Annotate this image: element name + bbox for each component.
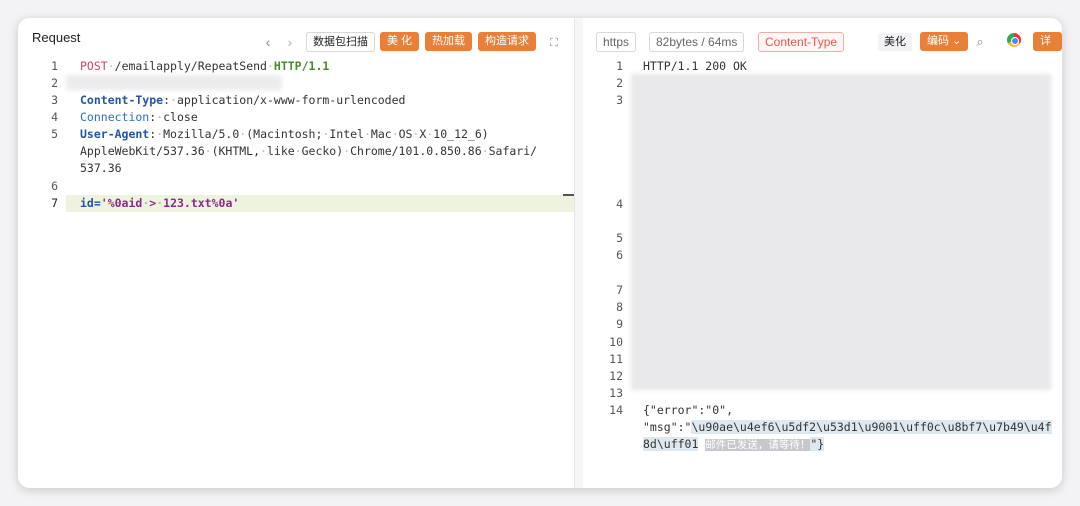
beautify-button[interactable]: 美化 <box>877 32 913 52</box>
content-type-tag[interactable]: Content-Type <box>758 32 845 52</box>
json-body-msg-cont: 8d\uff01 邮件已发送，请等待！"} <box>643 437 825 451</box>
size-time-tag: 82bytes / 64ms <box>649 32 745 52</box>
request-body: id='%0aid·>·123.txt%0a' <box>80 196 240 210</box>
line-number: 4 <box>616 197 623 211</box>
construct-request-button[interactable]: 构造请求 <box>478 32 536 51</box>
header-connection: Connection:·close <box>80 110 198 124</box>
hot-load-button[interactable]: 热加载 <box>425 32 472 51</box>
http-version: HTTP/1.1 <box>273 59 330 73</box>
scroll-marker <box>563 194 574 196</box>
http-method: POST <box>80 59 108 73</box>
header-user-agent-cont: 537.36 <box>80 161 122 175</box>
line-number: 7 <box>616 283 623 297</box>
header-content-type: Content-Type:·application/x-www-form-url… <box>80 93 406 107</box>
line-number: 1 <box>616 59 623 73</box>
line-number: 14 <box>609 403 623 417</box>
line-number: 2 <box>51 76 58 90</box>
redacted-host <box>66 75 282 90</box>
search-icon[interactable]: ⌕ <box>972 34 988 50</box>
status-line: HTTP/1.1 200 OK <box>643 59 747 73</box>
decoded-inlay: 邮件已发送，请等待！ <box>705 439 811 451</box>
scan-packet-button[interactable]: 数据包扫描 <box>306 32 375 52</box>
line-number: 1 <box>51 59 58 73</box>
header-user-agent: User-Agent:·Mozilla/5.0·(Macintosh;·Inte… <box>80 127 489 141</box>
line-number: 9 <box>616 317 623 331</box>
protocol-tag: https <box>596 32 637 52</box>
line-number: 6 <box>616 248 623 262</box>
details-button[interactable]: 详 情 <box>1033 32 1062 66</box>
line-number: 5 <box>51 127 58 141</box>
response-pane: https 82bytes / 64ms Content-Type 美化 编码 … <box>583 18 1062 488</box>
line-number: 3 <box>616 93 623 107</box>
line-number: 2 <box>616 76 623 90</box>
json-body-msg: "msg":"\u90ae\u4ef6\u5df2\u53d1\u9001\uf… <box>643 420 1052 434</box>
request-title: Request <box>32 30 81 45</box>
line-number: 7 <box>51 196 58 210</box>
header-user-agent-cont: AppleWebKit/537.36·(KHTML,·like·Gecko)·C… <box>80 144 538 158</box>
line-number: 10 <box>609 335 623 349</box>
beautify-button[interactable]: 美 化 <box>380 32 420 51</box>
line-number: 12 <box>609 369 623 383</box>
request-path: /emailapply/RepeatSend <box>114 59 267 73</box>
line-number: 13 <box>609 386 623 400</box>
line-number: 3 <box>51 93 58 107</box>
request-line: POST·/emailapply/RepeatSend·HTTP/1.1 <box>80 59 330 73</box>
line-number: 8 <box>616 300 623 314</box>
encoding-dropdown[interactable]: 编码 ⌄ <box>920 32 969 51</box>
redacted-headers <box>631 74 1051 390</box>
line-number: 4 <box>51 110 58 124</box>
chevron-right-icon[interactable]: › <box>282 34 298 50</box>
chevron-left-icon[interactable]: ‹ <box>260 34 276 50</box>
json-body-line: {"error":"0", <box>643 403 734 417</box>
line-number: 5 <box>616 231 623 245</box>
chrome-icon[interactable] <box>1007 33 1021 47</box>
app-window: Request ‹ › 数据包扫描 美 化 热加载 构造请求 ⛶ 1 2 3 4… <box>18 18 1062 488</box>
request-pane: Request ‹ › 数据包扫描 美 化 热加载 构造请求 ⛶ 1 2 3 4… <box>18 18 574 488</box>
fullscreen-icon[interactable]: ⛶ <box>546 35 562 51</box>
line-number: 6 <box>51 179 58 193</box>
line-number: 11 <box>609 352 623 366</box>
